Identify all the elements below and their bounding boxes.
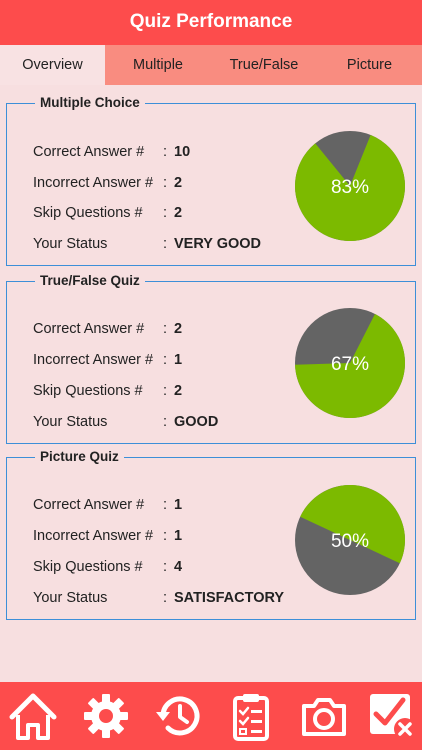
row-label: Your Status [33,236,108,252]
row-label: Skip Questions # [33,383,143,399]
checklist-clipboard-icon[interactable] [225,690,277,742]
tab-true-false[interactable]: True/False [211,45,317,85]
status-value: SATISFACTORY [174,590,285,606]
row-value: 2 [174,321,183,337]
row-value: 2 [174,383,183,399]
row-value: 1 [174,497,183,513]
row-colon: : [163,352,168,368]
camera-icon[interactable] [298,690,350,742]
row-label: Your Status [33,590,108,606]
row-colon: : [163,414,168,430]
row-colon: : [163,528,168,544]
app-header: Quiz Performance [0,0,422,45]
row-colon: : [163,559,168,575]
pie-percent-label: 67% [331,354,369,375]
row-colon: : [163,205,168,221]
row-value: 1 [174,352,183,368]
status-value: GOOD [174,414,219,430]
pie-percent-label: 83% [331,177,369,198]
status-value: VERY GOOD [174,236,262,252]
row-value: 2 [174,175,183,191]
row-label: Correct Answer # [33,497,145,513]
card-title: Picture Quiz [35,448,124,466]
row-colon: : [163,144,168,160]
row-label: Incorrect Answer # [33,175,154,191]
score-pie-chart: 67% [295,308,405,418]
row-colon: : [163,590,168,606]
row-label: Correct Answer # [33,321,145,337]
row-colon: : [163,383,168,399]
pie-percent-label: 50% [331,531,369,552]
close-check-box-icon[interactable] [366,690,418,742]
picture-quiz-card: Picture Quiz Correct Answer # : 1 Incorr… [6,448,416,620]
row-value: 1 [174,528,183,544]
tab-multiple[interactable]: Multiple [105,45,211,85]
row-label: Incorrect Answer # [33,352,154,368]
history-icon[interactable] [153,690,205,742]
score-pie-chart: 83% [295,131,405,241]
settings-gear-icon[interactable] [80,690,132,742]
row-colon: : [163,236,168,252]
row-label: Skip Questions # [33,205,143,221]
row-label: Your Status [33,414,108,430]
row-colon: : [163,321,168,337]
row-value: 2 [174,205,183,221]
home-icon[interactable] [7,690,59,742]
row-label: Correct Answer # [33,144,145,160]
row-value: 4 [174,559,183,575]
card-title: Multiple Choice [35,94,145,112]
tab-bar: Overview Multiple True/False Picture [0,45,422,85]
page-title: Quiz Performance [129,11,293,32]
multiple-choice-card: Multiple Choice Correct Answer # : 10 In… [6,94,416,266]
row-colon: : [163,497,168,513]
card-title: True/False Quiz [35,272,145,290]
bottom-toolbar [0,682,422,750]
tab-picture[interactable]: Picture [317,45,422,85]
row-label: Incorrect Answer # [33,528,154,544]
row-colon: : [163,175,168,191]
tab-overview[interactable]: Overview [0,45,105,85]
true-false-card: True/False Quiz Correct Answer # : 2 Inc… [6,272,416,444]
score-pie-chart: 50% [295,485,405,595]
row-value: 10 [174,144,191,160]
row-label: Skip Questions # [33,559,143,575]
